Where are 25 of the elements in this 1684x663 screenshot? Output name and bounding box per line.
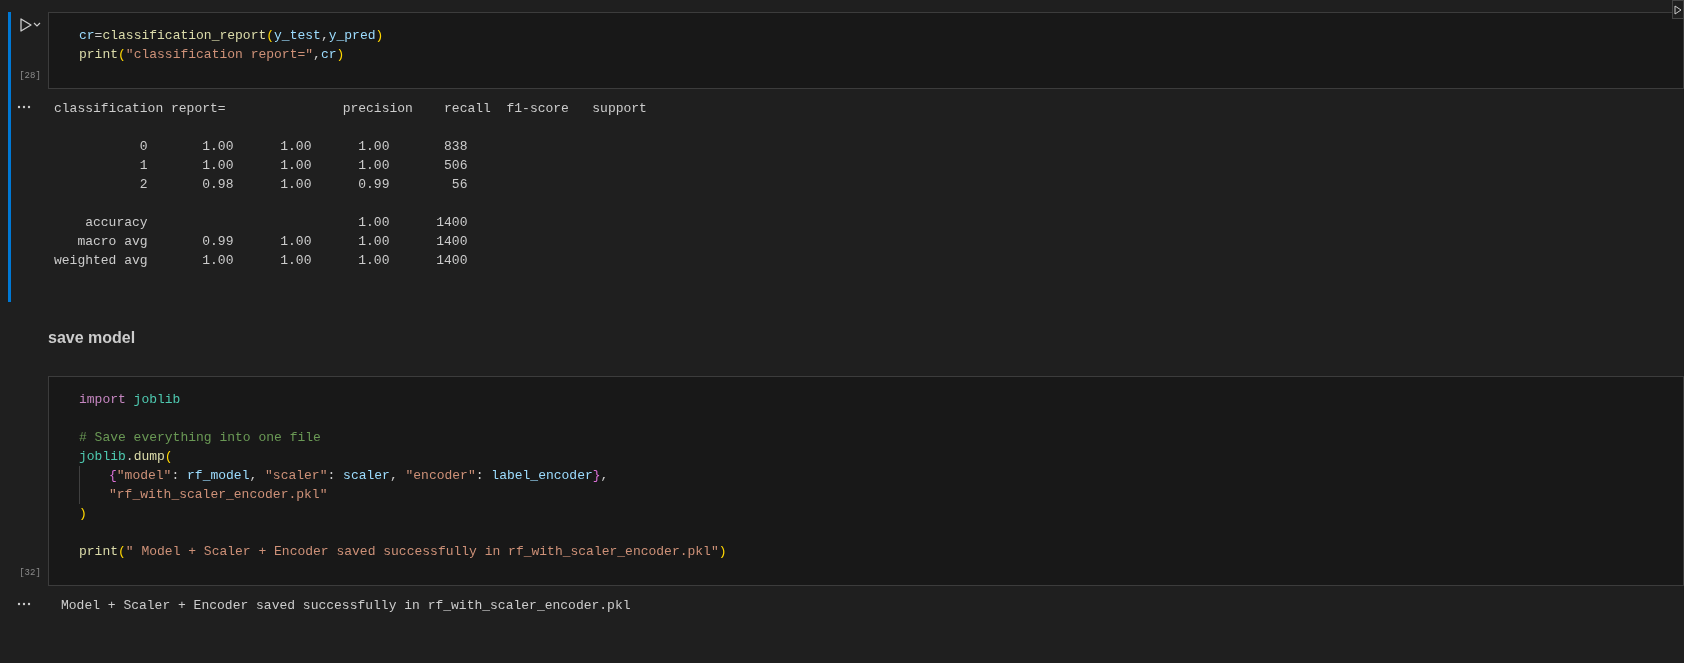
execution-count: [28] (19, 69, 41, 83)
output-line: weighted avg 1.00 1.00 1.00 1400 (54, 252, 468, 270)
more-icon[interactable] (17, 105, 31, 109)
code-line: cr=classification_report(y_test,y_pred) (79, 27, 384, 45)
toolbar-icon[interactable] (1672, 0, 1684, 19)
output-line: 2 0.98 1.00 0.99 56 (138, 176, 468, 194)
output-line: 0 1.00 1.00 1.00 838 (138, 138, 468, 156)
markdown-heading: save model (48, 329, 136, 346)
run-icon[interactable] (19, 18, 41, 32)
execution-count: [32] (19, 566, 41, 580)
output-line: accuracy 1.00 1400 (84, 214, 468, 232)
code-line: {"model": rf_model, "scaler": scaler, "encoder": label_encoder}, (109, 467, 609, 485)
code-line: print(" Model + Scaler + Encoder saved successfully in rf_with_scaler_encoder.pkl") (79, 543, 727, 561)
code-line: ) (79, 505, 87, 523)
code-line: joblib.dump( (79, 448, 173, 466)
output-line: Model + Scaler + Encoder saved successfully in rf_with_scaler_encoder.pkl (61, 597, 631, 615)
code-line: import joblib (79, 391, 181, 409)
output-line: classification report= precision recall f1-score support (54, 100, 647, 118)
code-line: print("classification report=",cr) (79, 46, 345, 64)
output-line: macro avg 0.99 1.00 1.00 1400 (76, 233, 468, 251)
code-line: "rf_with_scaler_encoder.pkl" (109, 486, 328, 504)
output-line: 1 1.00 1.00 1.00 506 (138, 157, 468, 175)
more-icon[interactable] (17, 602, 31, 606)
code-editor[interactable]: cr=classification_report(y_test,y_pred) print("classification report=",cr) (48, 12, 1684, 89)
code-line: # Save everything into one file (79, 429, 321, 447)
